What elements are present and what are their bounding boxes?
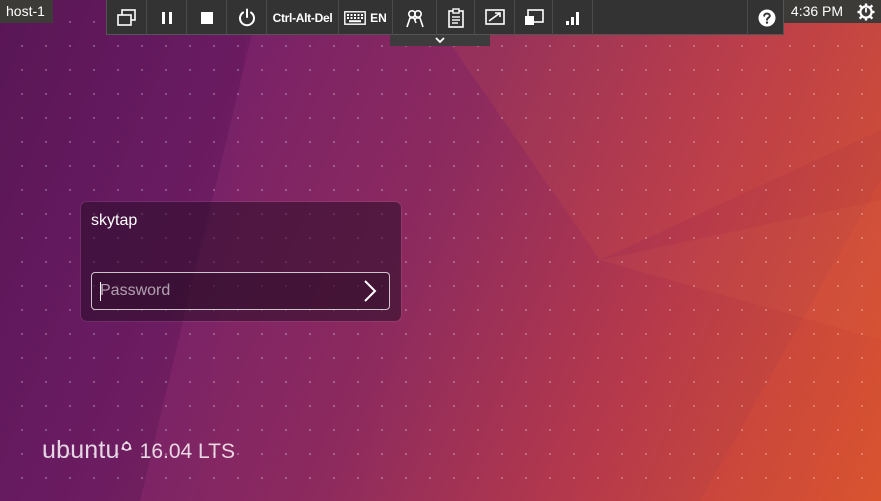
password-input[interactable] (92, 273, 360, 309)
switch-display-icon (116, 8, 136, 26)
help-icon (758, 9, 775, 26)
connection-quality-button[interactable] (553, 0, 593, 35)
toolbar-collapse-handle[interactable] (390, 35, 490, 46)
ubuntu-wordmark: ubuntu (42, 436, 120, 464)
ctrl-alt-del-button[interactable]: Ctrl-Alt-Del (267, 0, 339, 35)
stop-button[interactable] (187, 0, 227, 35)
login-panel: skytap (81, 202, 401, 321)
ctrl-alt-del-label: Ctrl-Alt-Del (272, 10, 333, 25)
password-field[interactable] (91, 272, 390, 310)
fit-screen-icon (484, 8, 505, 25)
pause-icon (161, 11, 172, 24)
clipboard-button[interactable] (437, 0, 475, 35)
keyboard-icon (344, 10, 367, 25)
shared-access-icon (405, 9, 424, 27)
panel-clock[interactable]: 4:36 PM (784, 0, 850, 23)
desktop-background: host-1 Ctrl-Alt-Del EN 4:36 PM skytap ub… (0, 0, 881, 501)
gear-power-icon (857, 3, 874, 20)
ubuntu-branding: ubuntu 16.04 LTS (42, 436, 235, 465)
login-username[interactable]: skytap (91, 212, 137, 230)
help-button[interactable] (747, 0, 785, 35)
host-label: host-1 (0, 0, 53, 23)
window-mode-button[interactable] (515, 0, 553, 35)
keyboard-language-button[interactable]: EN (339, 0, 393, 35)
power-menu-button[interactable] (850, 0, 881, 23)
shared-access-button[interactable] (393, 0, 437, 35)
pause-button[interactable] (147, 0, 187, 35)
ubuntu-version: 16.04 LTS (139, 440, 236, 463)
window-icon (524, 8, 544, 25)
chevron-down-icon (435, 37, 445, 44)
stop-icon (200, 11, 213, 24)
chevron-right-icon (364, 280, 377, 302)
power-icon (238, 8, 255, 26)
clipboard-icon (447, 7, 464, 28)
ubuntu-circle-of-friends-icon (121, 441, 132, 451)
fit-screen-button[interactable] (475, 0, 515, 35)
signal-icon (565, 11, 579, 25)
login-submit-button[interactable] (357, 278, 383, 304)
text-caret (100, 282, 101, 301)
remote-session-toolbar: Ctrl-Alt-Del EN (106, 0, 784, 35)
power-button[interactable] (227, 0, 267, 35)
keyboard-language-label: EN (370, 10, 387, 25)
switch-display-button[interactable] (107, 0, 147, 35)
